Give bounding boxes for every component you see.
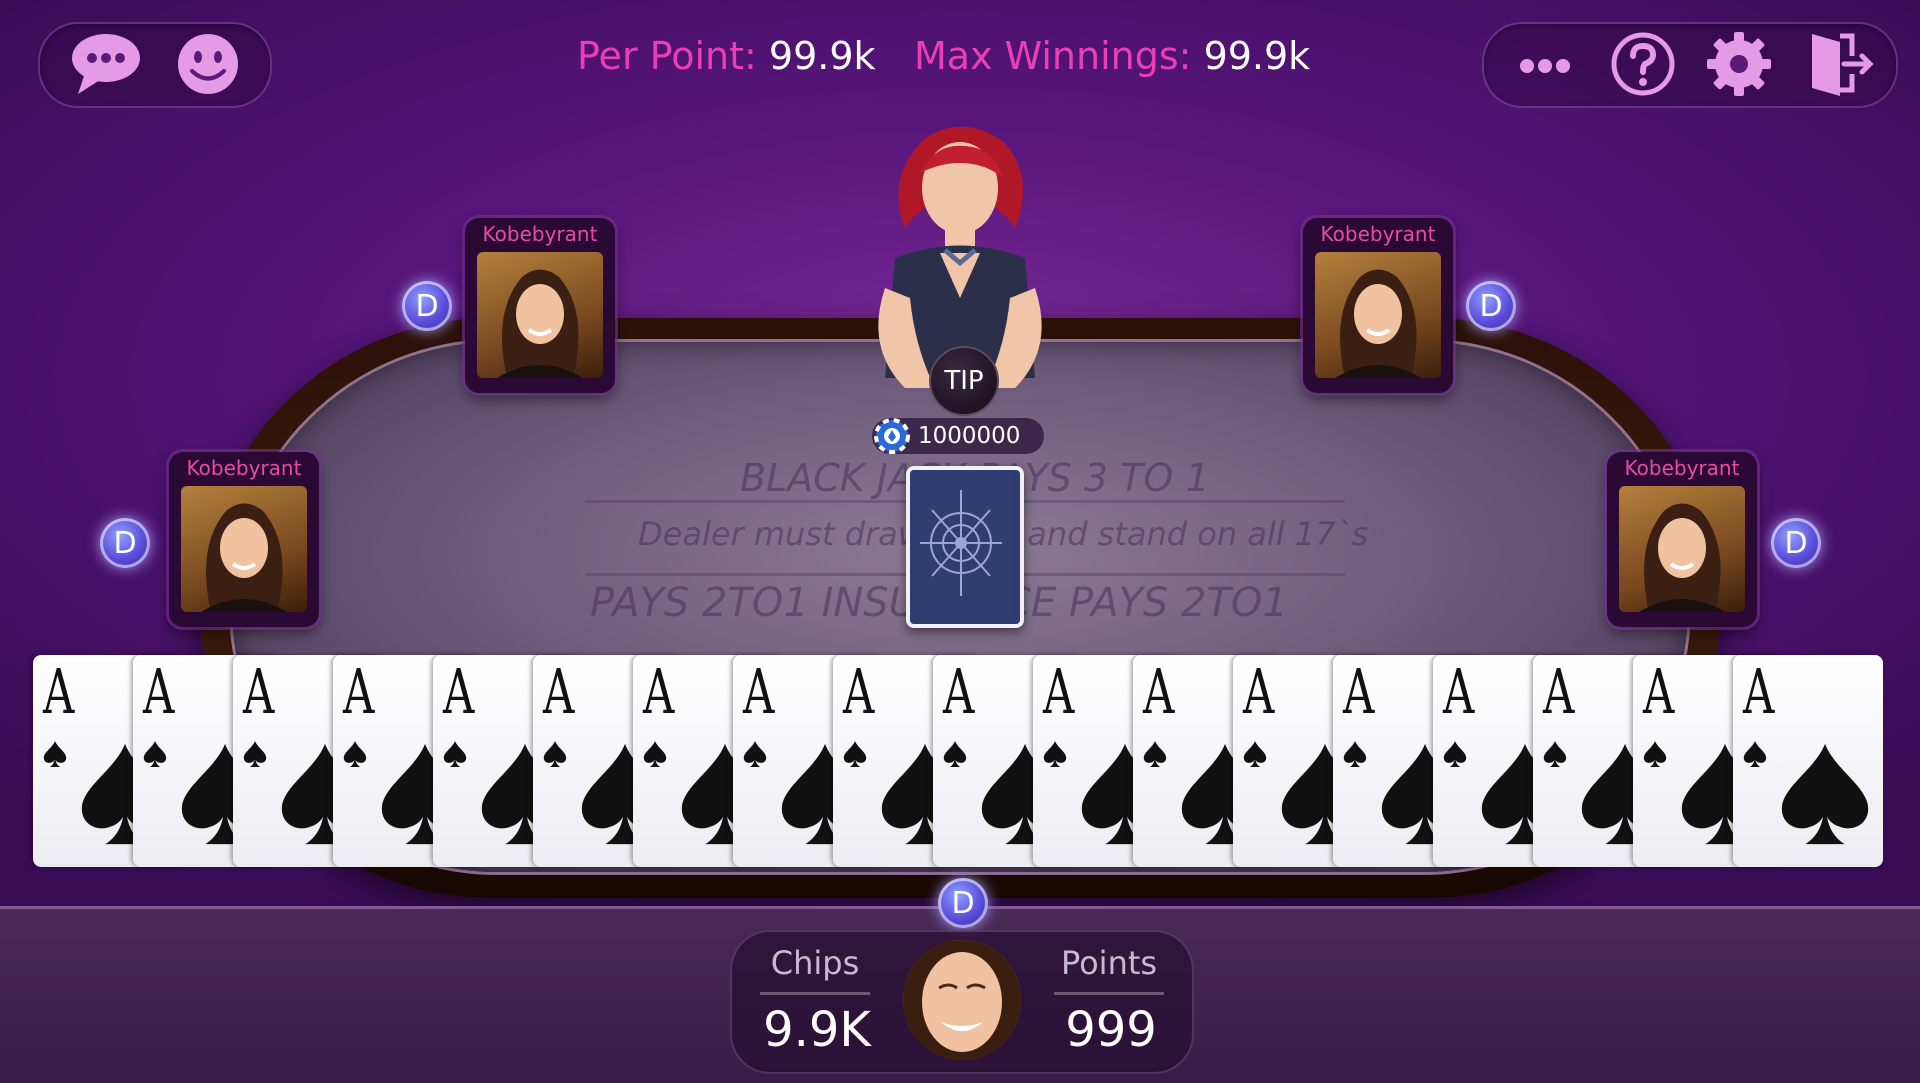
player-name: Kobebyrant: [186, 456, 302, 480]
card-rank: A: [1643, 655, 1675, 728]
spade-icon: [743, 741, 767, 767]
chip-icon: [874, 418, 910, 454]
player-name: Kobebyrant: [1624, 456, 1740, 480]
card-rank: A: [843, 655, 875, 728]
spade-icon: [143, 741, 167, 767]
card-rank: A: [643, 655, 675, 728]
more-icon[interactable]: [1507, 26, 1583, 102]
my-avatar[interactable]: [903, 940, 1021, 1060]
chips-value: 9.9K: [763, 1002, 871, 1058]
spade-icon: [1743, 741, 1767, 767]
card-rank: A: [243, 655, 275, 728]
max-winnings-label: Max Winnings:: [914, 34, 1192, 78]
card-rank: A: [443, 655, 475, 728]
card-rank: A: [1243, 655, 1275, 728]
emoji-icon[interactable]: [170, 26, 246, 102]
dealer-badge: D: [402, 281, 452, 331]
pot-amount: 1000000: [872, 418, 1044, 454]
spade-icon: [643, 741, 667, 767]
chips-label: Chips: [770, 944, 860, 982]
spade-icon: [943, 741, 967, 767]
chat-bubble-icon[interactable]: [68, 26, 144, 102]
max-winnings-value: 99.9k: [1203, 34, 1311, 78]
spade-icon: [443, 741, 467, 767]
spade-icon: [1243, 741, 1267, 767]
player-seat[interactable]: Kobebyrant: [1303, 218, 1453, 393]
card-rank: A: [1143, 655, 1175, 728]
card-rank: A: [343, 655, 375, 728]
dealer-badge: D: [100, 518, 150, 568]
spade-icon: [1643, 741, 1667, 767]
card-rank: A: [43, 655, 75, 728]
chips-divider: [760, 992, 870, 995]
card-deck: [906, 466, 1024, 628]
per-point-info: Per Point: 99.9k: [577, 34, 876, 78]
spade-icon: [1543, 741, 1567, 767]
spade-icon: [543, 741, 567, 767]
card-rank: A: [1043, 655, 1075, 728]
card-rank: A: [1543, 655, 1575, 728]
card-rank: A: [1443, 655, 1475, 728]
exit-icon[interactable]: [1800, 26, 1876, 102]
tip-button[interactable]: TIP: [929, 346, 999, 416]
spade-icon: [1043, 741, 1067, 767]
per-point-label: Per Point:: [577, 34, 757, 78]
card-rank: A: [1743, 655, 1775, 728]
spade-icon: [1781, 743, 1869, 845]
spade-icon: [343, 741, 367, 767]
card-rank: A: [943, 655, 975, 728]
player-seat[interactable]: Kobebyrant: [1607, 452, 1757, 627]
player-seat[interactable]: Kobebyrant: [465, 218, 615, 393]
player-avatar: [181, 486, 307, 612]
player-seat[interactable]: Kobebyrant: [169, 452, 319, 627]
player-avatar: [477, 252, 603, 378]
card-rank: A: [1343, 655, 1375, 728]
per-point-value: 99.9k: [768, 34, 876, 78]
card-rank: A: [543, 655, 575, 728]
spade-icon: [243, 741, 267, 767]
points-value: 999: [1065, 1002, 1157, 1058]
spade-icon: [843, 741, 867, 767]
playing-card[interactable]: A: [1733, 655, 1883, 867]
spade-icon: [1343, 741, 1367, 767]
dealer-badge: D: [1466, 281, 1516, 331]
pot-value: 1000000: [918, 423, 1021, 449]
points-divider: [1054, 992, 1164, 995]
player-avatar: [1315, 252, 1441, 378]
my-dealer-badge: D: [938, 878, 988, 928]
points-label: Points: [1060, 944, 1158, 982]
settings-icon[interactable]: [1701, 26, 1777, 102]
player-name: Kobebyrant: [1320, 222, 1436, 246]
player-hand: AAAAAAAAAAAAAAAAAA: [33, 655, 1885, 870]
card-rank: A: [743, 655, 775, 728]
spade-icon: [1443, 741, 1467, 767]
player-avatar: [1619, 486, 1745, 612]
spade-icon: [1143, 741, 1167, 767]
player-name: Kobebyrant: [482, 222, 598, 246]
max-winnings-info: Max Winnings: 99.9k: [914, 34, 1310, 78]
dealer-badge: D: [1771, 518, 1821, 568]
help-icon[interactable]: [1605, 26, 1681, 102]
spade-icon: [43, 741, 67, 767]
card-rank: A: [143, 655, 175, 728]
